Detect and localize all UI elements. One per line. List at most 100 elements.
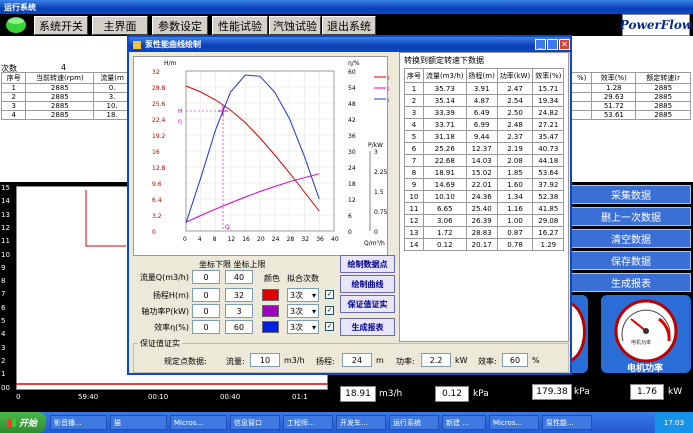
head-field[interactable]: 24 — [342, 353, 372, 367]
taskbar-item[interactable]: 新建 ... — [442, 415, 486, 430]
h-tick-label: 19.2 — [152, 133, 166, 140]
setting-label: 流量Q(m3/h) — [139, 273, 189, 282]
col-header: 流量(m — [93, 72, 131, 84]
clear-data-button[interactable]: 清空数据 — [571, 229, 691, 248]
flow-field[interactable]: 10 — [250, 353, 280, 367]
delete-last-button[interactable]: 删上一次数据 — [571, 207, 691, 226]
taskbar-item[interactable]: 工程师... — [283, 415, 333, 430]
table-row[interactable]: 4 33.71 6.99 2.48 27.21 — [404, 118, 565, 131]
legend-label: η-Q — [388, 97, 389, 104]
plot-curve-button[interactable]: 绘制曲线 — [340, 275, 395, 293]
upper-bound-field[interactable]: 40 — [225, 270, 253, 284]
fit-order-select[interactable]: 3次 ▾ — [287, 288, 319, 302]
menu-params[interactable]: 参数设定 — [152, 16, 208, 35]
table-cell: 13 — [404, 226, 424, 239]
lower-bound-field[interactable]: 0 — [192, 288, 220, 302]
table-row[interactable]: 7 22.68 14.03 2.08 44.18 — [404, 154, 565, 167]
power-readout: 1.76 — [630, 384, 664, 400]
table-row[interactable]: 5 31.18 9.44 2.37 35.47 — [404, 130, 565, 143]
upper-bound-field[interactable]: 3 — [225, 304, 253, 318]
table-row[interactable]: 9 14.69 22.01 1.60 37.92 — [404, 178, 565, 191]
h-tick-label: 3.2 — [152, 213, 162, 220]
maximize-button[interactable] — [547, 39, 558, 50]
close-button[interactable]: ✕ — [559, 39, 570, 50]
table-row: 51.72 2885 — [570, 101, 691, 111]
table-title: 转换到额定转速下数据 — [404, 56, 484, 65]
col-header: 流量(m3/h) — [423, 68, 467, 83]
table-cell: 53.64 — [532, 166, 565, 179]
table-row[interactable]: 13 1.72 28.83 0.87 16.27 — [404, 226, 565, 239]
guarantee-verify-button[interactable]: 保证值证实 — [340, 295, 395, 313]
taskbar-item[interactable]: 影音播... — [50, 415, 107, 430]
menu-performance-test[interactable]: 性能试验 — [212, 16, 268, 35]
taskbar-item[interactable]: Micros... — [489, 415, 539, 430]
table-cell: 2.19 — [496, 142, 534, 155]
taskbar-item[interactable]: Micros... — [170, 415, 227, 430]
upper-bound-field[interactable]: 60 — [225, 320, 253, 334]
save-data-button[interactable]: 保存数据 — [571, 251, 691, 270]
color-swatch[interactable] — [262, 305, 279, 317]
y-tick-label: 7 — [1, 290, 6, 299]
lower-bound-field[interactable]: 0 — [192, 304, 220, 318]
generate-report-button[interactable]: 生成报表 — [571, 273, 691, 292]
taskbar-item[interactable]: 猫 — [110, 415, 167, 430]
table-row[interactable]: 10 10.10 24.36 1.34 52.38 — [404, 190, 565, 203]
dialog-report-button[interactable]: 生成报表 — [340, 318, 395, 336]
table-cell: 10 — [404, 190, 424, 203]
curve-checkbox[interactable]: ✓ — [325, 322, 334, 331]
table-cell: 14.03 — [465, 154, 498, 167]
table-cell: 1 — [404, 82, 424, 95]
taskbar-item[interactable]: 信息窗口 — [230, 415, 280, 430]
chart-svg: 3228.825.622.419.21612.89.66.43.20H/m605… — [152, 60, 400, 247]
table-row[interactable]: 1 35.73 3.91 2.47 15.71 — [404, 82, 565, 95]
table-cell: 1.34 — [496, 190, 534, 203]
color-swatch[interactable] — [262, 289, 279, 301]
eff-field[interactable]: 60 — [502, 353, 528, 367]
taskbar-item[interactable]: 泵性能... — [542, 415, 592, 430]
curve-checkbox[interactable]: ✓ — [325, 290, 334, 299]
table-row[interactable]: 2 35.14 4.87 2.54 19.34 — [404, 94, 565, 107]
table-cell: 6.65 — [423, 202, 467, 215]
taskbar-item[interactable]: 开发车... — [336, 415, 386, 430]
table-cell: 12.37 — [465, 142, 498, 155]
setting-label: 效率η(%) — [154, 323, 189, 332]
menu-system-switch[interactable]: 系统开关 — [34, 16, 88, 35]
minimize-button[interactable]: _ — [535, 39, 546, 50]
p-tick-label: 1.5 — [374, 189, 384, 196]
bg-table: 次数 4 序号 当前转速(rpm) 流量(m 1 2885 0. 2 2885 3. 3 288… — [0, 63, 131, 120]
plot-points-button[interactable]: 绘制数据点 — [340, 255, 395, 273]
taskbar-item[interactable]: 运行系统 — [389, 415, 439, 430]
eta-tick-label: 30 — [348, 149, 356, 156]
menu-exit[interactable]: 退出系统 — [322, 16, 376, 35]
table-row[interactable]: 8 18.91 15.02 1.85 53.64 — [404, 166, 565, 179]
fit-order-select[interactable]: 3次 ▾ — [287, 320, 319, 334]
start-button[interactable]: 开始 — [0, 412, 46, 433]
table-cell: 2.37 — [496, 130, 534, 143]
color-swatch[interactable] — [262, 321, 279, 333]
table-cell: 37.92 — [532, 178, 565, 191]
table-cell: 40.73 — [532, 142, 565, 155]
table-row[interactable]: 12 3.06 26.39 1.00 29.08 — [404, 214, 565, 227]
power-field[interactable]: 2.2 — [421, 353, 451, 367]
eta-tick-label: 12 — [348, 197, 356, 204]
motor-power-gauge: 电机功率 电机功率 — [601, 295, 691, 374]
menu-cavitation-test[interactable]: 汽蚀试验 — [269, 16, 321, 35]
h-tick-label: 32 — [152, 69, 160, 76]
flow-readout: 18.91 — [340, 386, 376, 402]
menu-main[interactable]: 主界面 — [92, 16, 148, 35]
table-row[interactable]: 14 0.12 20.17 0.78 1.29 — [404, 238, 565, 251]
curve-checkbox[interactable]: ✓ — [325, 306, 334, 315]
setting-label: 扬程H(m) — [152, 291, 189, 300]
upper-bound-field[interactable]: 32 — [225, 288, 253, 302]
col-header: 当前转速(rpm) — [25, 72, 95, 84]
table-cell: 7 — [404, 154, 424, 167]
collect-data-button[interactable]: 采集数据 — [571, 185, 691, 204]
table-row[interactable]: 11 6.65 25.40 1.16 41.85 — [404, 202, 565, 215]
y-tick-label: 5 — [1, 317, 6, 325]
table-row[interactable]: 3 33.39 6.49 2.50 24.82 — [404, 106, 565, 119]
fit-order-select[interactable]: 3次 ▾ — [287, 304, 319, 318]
table-row[interactable]: 6 25.26 12.37 2.19 40.73 — [404, 142, 565, 155]
y-tick-label: 11 — [1, 237, 10, 246]
lower-bound-field[interactable]: 0 — [192, 270, 220, 284]
lower-bound-field[interactable]: 0 — [192, 320, 220, 334]
